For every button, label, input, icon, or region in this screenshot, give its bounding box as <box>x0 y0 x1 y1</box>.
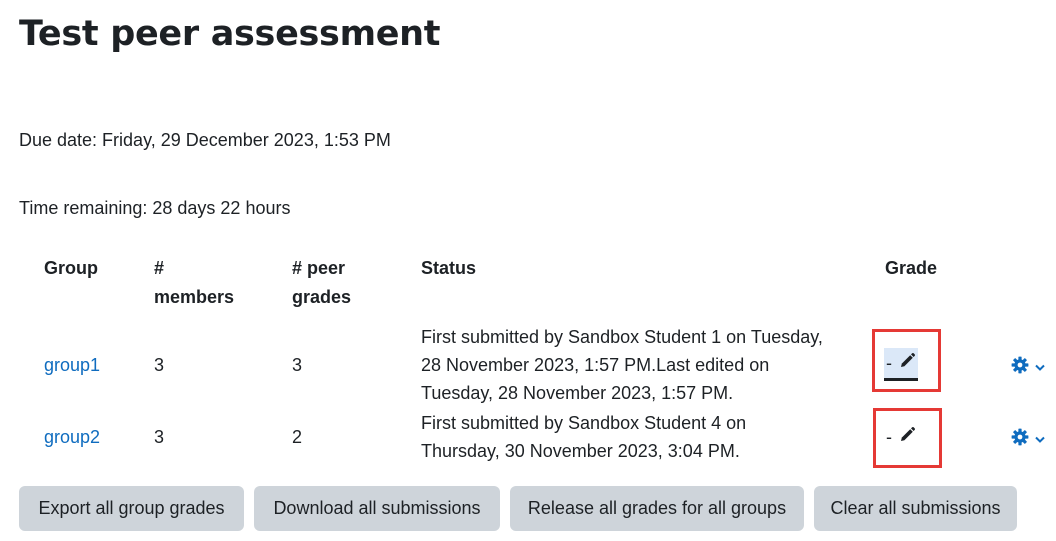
pencil-icon <box>898 426 916 449</box>
chevron-down-icon <box>1035 431 1045 449</box>
grade-edit-button[interactable]: - <box>884 422 918 452</box>
grade-value: - <box>886 426 892 447</box>
status-line: First submitted by Sandbox Student 1 on … <box>421 327 823 347</box>
gear-icon <box>1011 428 1029 451</box>
row-actions-menu[interactable] <box>1011 356 1045 379</box>
peer-grades-count: 3 <box>292 355 303 375</box>
download-all-submissions-button[interactable]: Download all submissions <box>254 486 500 531</box>
header-peer-grades: # peer grades <box>292 254 351 312</box>
status-line: 28 November 2023, 1:57 PM.Last edited on <box>421 355 770 375</box>
row-actions-menu[interactable] <box>1011 428 1045 451</box>
pencil-icon <box>898 352 916 375</box>
header-members-line1: # <box>154 258 165 278</box>
header-group: Group <box>44 258 98 278</box>
header-peer-line1: # peer <box>292 258 346 278</box>
clear-all-submissions-button[interactable]: Clear all submissions <box>814 486 1017 531</box>
status-line: Thursday, 30 November 2023, 3:04 PM. <box>421 441 740 461</box>
header-members: # members <box>154 254 234 312</box>
status-line: Tuesday, 28 November 2023, 1:57 PM. <box>421 383 734 403</box>
header-grade: Grade <box>885 258 938 278</box>
due-date: Due date: Friday, 29 December 2023, 1:53… <box>19 130 391 150</box>
chevron-down-icon <box>1035 359 1045 377</box>
grade-value: - <box>886 352 892 373</box>
grade-edit-button[interactable]: - <box>884 348 918 381</box>
export-all-grades-button[interactable]: Export all group grades <box>19 486 244 531</box>
header-status: Status <box>421 258 477 278</box>
time-remaining: Time remaining: 28 days 22 hours <box>19 198 291 218</box>
group2-link[interactable]: group2 <box>44 423 100 451</box>
gear-icon <box>1011 356 1029 379</box>
group1-link[interactable]: group1 <box>44 351 100 379</box>
members-count: 3 <box>154 427 165 447</box>
page-title: Test peer assessment <box>19 14 441 54</box>
submission-status: First submitted by Sandbox Student 4 on … <box>421 409 746 465</box>
peer-grades-count: 2 <box>292 427 303 447</box>
release-all-grades-button[interactable]: Release all grades for all groups <box>510 486 804 531</box>
members-count: 3 <box>154 355 165 375</box>
peer-assessment-page: Test peer assessment Due date: Friday, 2… <box>0 0 1056 541</box>
header-peer-line2: grades <box>292 287 352 307</box>
submission-status: First submitted by Sandbox Student 1 on … <box>421 323 823 407</box>
status-line: First submitted by Sandbox Student 4 on <box>421 413 747 433</box>
header-members-line2: members <box>154 287 235 307</box>
